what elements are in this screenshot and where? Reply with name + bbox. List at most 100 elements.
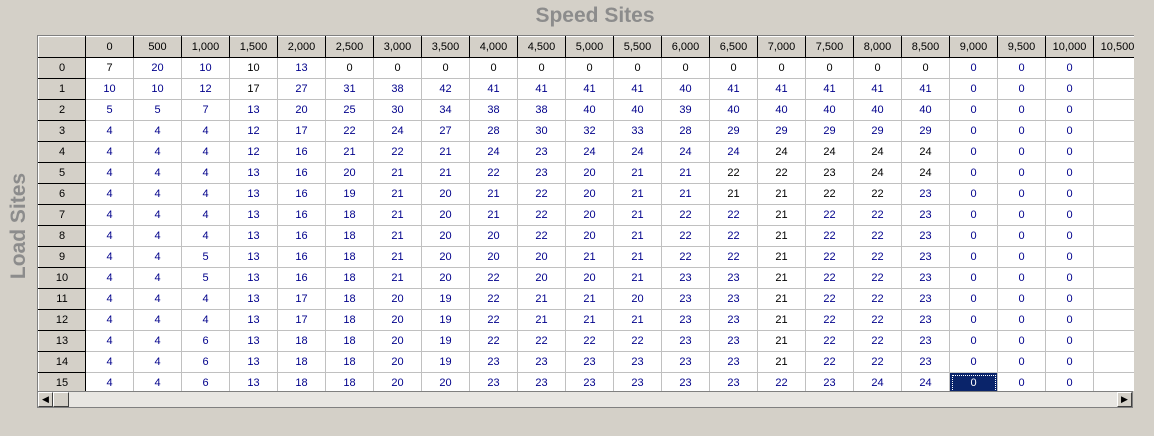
grid-cell[interactable]: 28 (661, 120, 710, 142)
grid-cell[interactable] (1093, 120, 1134, 142)
grid-cell[interactable]: 0 (997, 288, 1046, 310)
grid-cell[interactable]: 4 (85, 183, 134, 205)
grid-cell[interactable]: 41 (901, 78, 950, 100)
grid-cell[interactable]: 34 (421, 99, 470, 121)
grid-cell[interactable]: 10 (181, 57, 230, 79)
grid-cell[interactable]: 20 (277, 99, 326, 121)
grid-cell[interactable]: 18 (277, 372, 326, 391)
grid-cell[interactable]: 0 (901, 57, 950, 79)
grid-cell[interactable]: 18 (277, 330, 326, 352)
grid-cell[interactable]: 0 (949, 183, 998, 205)
grid-cell[interactable]: 21 (757, 309, 806, 331)
grid-cell[interactable]: 23 (901, 288, 950, 310)
grid-cell[interactable]: 22 (517, 183, 566, 205)
grid-cell[interactable]: 22 (757, 162, 806, 184)
grid-cell[interactable]: 4 (133, 204, 182, 226)
grid-cell[interactable]: 40 (901, 99, 950, 121)
grid-cell[interactable]: 40 (709, 99, 758, 121)
grid-cell[interactable]: 4 (133, 246, 182, 268)
grid-cell[interactable]: 23 (661, 372, 710, 391)
grid-cell[interactable]: 22 (661, 204, 710, 226)
grid-cell[interactable]: 0 (421, 57, 470, 79)
grid-cell[interactable]: 4 (85, 351, 134, 373)
grid-cell[interactable]: 38 (373, 78, 422, 100)
grid-cell[interactable]: 10 (85, 78, 134, 100)
grid-cell[interactable]: 22 (469, 162, 518, 184)
grid-cell[interactable]: 24 (805, 141, 854, 163)
grid-cell[interactable]: 21 (757, 288, 806, 310)
grid-cell[interactable]: 21 (613, 162, 662, 184)
grid-cell[interactable]: 22 (517, 204, 566, 226)
grid-cell[interactable]: 24 (901, 162, 950, 184)
grid-cell[interactable]: 20 (517, 246, 566, 268)
grid-cell[interactable]: 0 (949, 78, 998, 100)
column-header[interactable]: 10,000 (1045, 36, 1094, 58)
grid-cell[interactable]: 5 (133, 99, 182, 121)
grid-cell[interactable]: 4 (85, 309, 134, 331)
grid-cell[interactable]: 0 (997, 183, 1046, 205)
grid-cell[interactable]: 4 (181, 225, 230, 247)
grid-cell[interactable]: 24 (661, 141, 710, 163)
grid-cell[interactable]: 0 (997, 225, 1046, 247)
grid-cell[interactable]: 23 (805, 162, 854, 184)
grid-cell[interactable]: 23 (517, 141, 566, 163)
grid-cell[interactable]: 41 (805, 78, 854, 100)
grid-cell[interactable]: 24 (469, 141, 518, 163)
grid-cell[interactable]: 0 (997, 141, 1046, 163)
grid-cell[interactable]: 4 (133, 225, 182, 247)
grid-cell[interactable]: 20 (613, 288, 662, 310)
grid-cell[interactable]: 22 (709, 162, 758, 184)
grid-cell[interactable]: 4 (85, 288, 134, 310)
grid-cell[interactable]: 0 (949, 309, 998, 331)
grid-cell[interactable]: 22 (469, 288, 518, 310)
grid-cell[interactable]: 12 (229, 120, 278, 142)
grid-cell[interactable]: 19 (421, 330, 470, 352)
grid-cell[interactable]: 17 (277, 309, 326, 331)
horizontal-scrollbar[interactable]: ◀ ▶ (37, 391, 1133, 408)
column-header[interactable]: 3,500 (421, 36, 470, 58)
grid-cell[interactable]: 0 (949, 288, 998, 310)
grid-cell[interactable]: 13 (229, 351, 278, 373)
grid-cell[interactable]: 5 (181, 267, 230, 289)
row-header[interactable]: 11 (38, 288, 86, 310)
grid-cell[interactable]: 13 (229, 372, 278, 391)
grid-cell[interactable]: 23 (613, 351, 662, 373)
grid-cell[interactable]: 24 (613, 141, 662, 163)
grid-cell[interactable]: 13 (229, 183, 278, 205)
grid-cell[interactable]: 0 (373, 57, 422, 79)
grid-cell[interactable]: 27 (277, 78, 326, 100)
grid-cell[interactable]: 0 (997, 204, 1046, 226)
grid-cell[interactable]: 0 (805, 57, 854, 79)
grid-cell[interactable]: 40 (613, 99, 662, 121)
row-header[interactable]: 14 (38, 351, 86, 373)
grid-cell[interactable]: 23 (709, 351, 758, 373)
grid-cell[interactable]: 0 (997, 99, 1046, 121)
grid-cell[interactable]: 0 (1045, 120, 1094, 142)
grid-cell[interactable]: 24 (901, 141, 950, 163)
grid-cell[interactable]: 0 (997, 330, 1046, 352)
grid-cell[interactable]: 18 (325, 204, 374, 226)
grid-cell[interactable]: 4 (133, 162, 182, 184)
grid-cell[interactable]: 4 (85, 141, 134, 163)
grid-cell[interactable]: 20 (421, 225, 470, 247)
grid-cell[interactable]: 4 (133, 183, 182, 205)
grid-cell[interactable]: 4 (181, 162, 230, 184)
grid-cell[interactable]: 16 (277, 183, 326, 205)
row-header[interactable]: 0 (38, 57, 86, 79)
grid-cell[interactable]: 22 (565, 330, 614, 352)
grid-cell[interactable]: 23 (709, 267, 758, 289)
grid-cell[interactable]: 20 (373, 288, 422, 310)
grid-cell[interactable]: 4 (133, 120, 182, 142)
grid-cell[interactable]: 0 (949, 267, 998, 289)
grid-cell[interactable]: 4 (181, 120, 230, 142)
column-header[interactable]: 1,000 (181, 36, 230, 58)
grid-cell[interactable]: 13 (229, 99, 278, 121)
grid-cell[interactable]: 4 (181, 183, 230, 205)
grid-cell[interactable]: 22 (853, 246, 902, 268)
grid-cell[interactable]: 0 (949, 246, 998, 268)
column-header[interactable]: 9,500 (997, 36, 1046, 58)
grid-cell[interactable]: 21 (565, 288, 614, 310)
grid-cell[interactable]: 22 (853, 330, 902, 352)
grid-cell[interactable]: 17 (229, 78, 278, 100)
grid-cell[interactable]: 0 (949, 162, 998, 184)
